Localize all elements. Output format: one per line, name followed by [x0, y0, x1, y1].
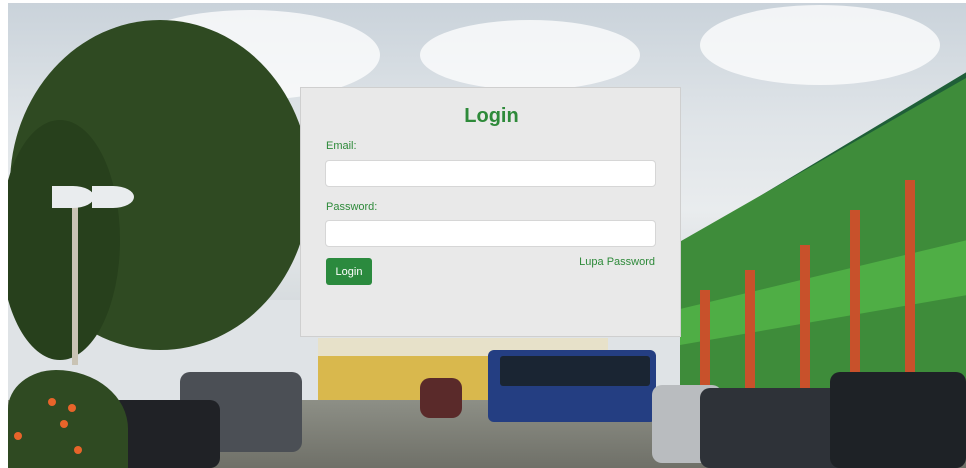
- flower: [74, 446, 82, 454]
- flower: [14, 432, 22, 440]
- loudspeaker-icon: [92, 186, 134, 208]
- car: [830, 372, 966, 468]
- speaker-pole: [72, 205, 78, 365]
- building-pillar: [800, 245, 810, 400]
- loudspeaker-icon: [52, 186, 94, 208]
- building-pillar: [745, 270, 755, 400]
- bus-window: [500, 356, 650, 386]
- email-field[interactable]: [325, 160, 656, 187]
- login-form: Login Email: Password: Login Lupa Passwo…: [300, 87, 681, 337]
- login-title: Login: [464, 105, 519, 127]
- flower: [48, 398, 56, 406]
- login-page: Login Email: Password: Login Lupa Passwo…: [0, 0, 966, 468]
- frame-edge: [0, 0, 8, 468]
- password-label: Password:: [326, 201, 378, 213]
- email-label: Email:: [326, 140, 357, 152]
- flower: [60, 420, 68, 428]
- building-pillar: [700, 290, 710, 400]
- password-field[interactable]: [325, 220, 656, 247]
- building-pillar: [905, 180, 915, 400]
- frame-edge: [0, 0, 966, 3]
- login-button[interactable]: Login: [326, 258, 372, 285]
- forgot-password-link[interactable]: Lupa Password: [579, 256, 655, 268]
- cloud: [420, 20, 640, 90]
- cloud: [700, 5, 940, 85]
- flower-bush: [8, 370, 128, 468]
- car: [420, 378, 462, 418]
- flower: [68, 404, 76, 412]
- tree: [0, 120, 120, 360]
- car: [700, 388, 850, 468]
